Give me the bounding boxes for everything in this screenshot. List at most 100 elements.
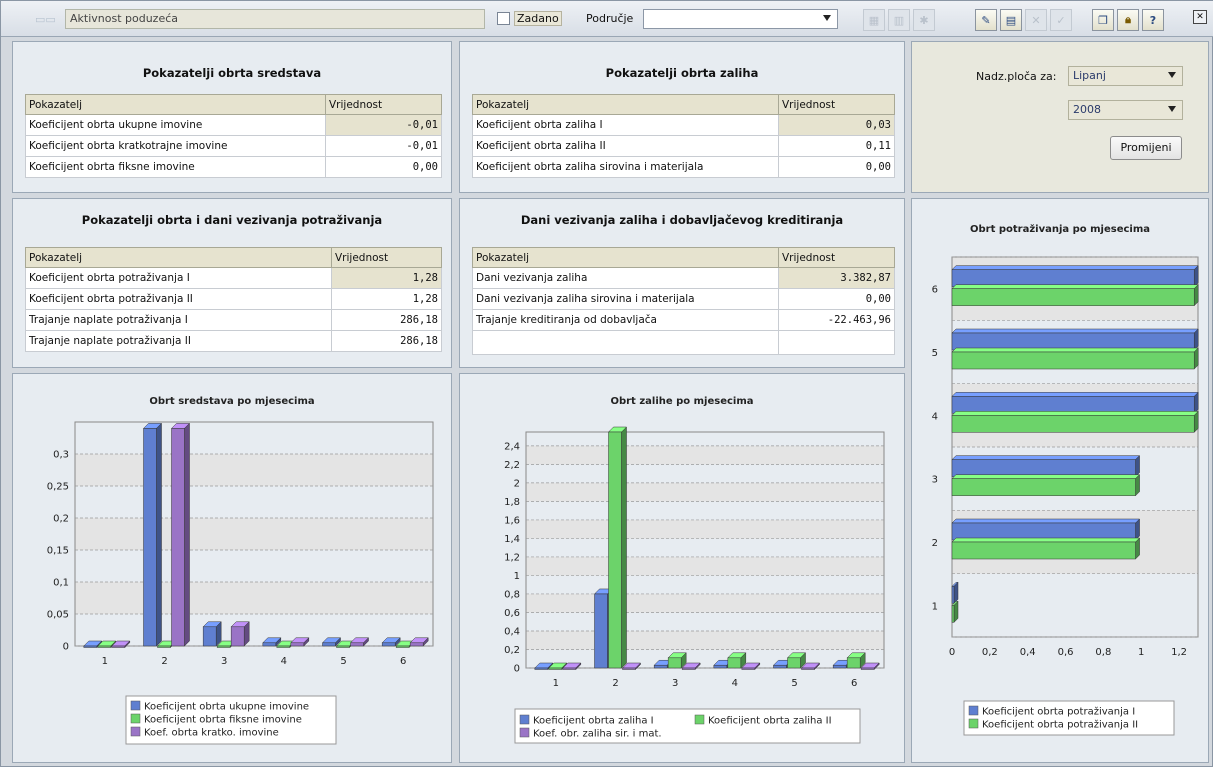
x-tick-label: 2 bbox=[612, 678, 618, 689]
year-select[interactable]: 2008 bbox=[1068, 100, 1183, 120]
help-icon[interactable]: ? bbox=[1142, 9, 1164, 31]
x-tick-label: 1 bbox=[553, 678, 559, 689]
table-row[interactable]: Koeficijent obrta fiksne imovine 0,00 bbox=[25, 156, 442, 178]
legend-label: Koeficijent obrta fiksne imovine bbox=[144, 715, 302, 726]
edit-icon[interactable]: ✎ bbox=[975, 9, 997, 31]
chevron-down-icon[interactable] bbox=[1168, 106, 1176, 112]
bar bbox=[787, 657, 801, 669]
bar-side bbox=[953, 600, 959, 623]
row-value: 1,28 bbox=[331, 288, 442, 310]
column-header-pokazatelj[interactable]: Pokazatelj bbox=[25, 94, 326, 115]
x-tick-label: 0,6 bbox=[1058, 647, 1074, 658]
chevron-down-icon[interactable] bbox=[1168, 72, 1176, 78]
panel-chart-obrt-zalihe: Obrt zalihe po mjesecima 0 0,2 0,4 0,6 0,8 1 1,… bbox=[459, 373, 905, 763]
month-select[interactable]: Lipanj bbox=[1068, 66, 1183, 86]
window-icon[interactable]: ❐ bbox=[1092, 9, 1114, 31]
bar bbox=[322, 642, 336, 647]
grid-band bbox=[526, 519, 884, 539]
column-header-pokazatelj[interactable]: Pokazatelj bbox=[472, 247, 779, 268]
grid-layout-icon[interactable]: ▦ bbox=[863, 9, 885, 31]
column-header-pokazatelj[interactable]: Pokazatelj bbox=[472, 94, 779, 115]
nadz-label: Nadz.ploča za: bbox=[976, 70, 1057, 83]
bar bbox=[290, 642, 305, 647]
bar-top bbox=[951, 284, 1199, 289]
x-tick-label: 0,8 bbox=[1095, 647, 1111, 658]
table-row[interactable]: Koeficijent obrta potraživanja II 1,28 bbox=[25, 288, 442, 310]
table-row[interactable]: Koeficijent obrta kratkotrajne imovine -… bbox=[25, 135, 442, 157]
table-dani-vezivanja: Pokazatelj Vrijednost Dani vezivanja zal… bbox=[472, 247, 895, 355]
legend-swatch bbox=[130, 700, 141, 711]
zadano-checkbox[interactable] bbox=[497, 12, 510, 25]
bar-side bbox=[1135, 537, 1140, 560]
bar-side bbox=[156, 422, 162, 647]
bar-top bbox=[951, 347, 1199, 353]
bar bbox=[350, 642, 364, 647]
delete-icon[interactable]: ✕ bbox=[1025, 9, 1047, 31]
x-tick-label: 3 bbox=[221, 656, 227, 667]
column-header-vrijednost[interactable]: Vrijednost bbox=[325, 94, 442, 115]
bar-top bbox=[951, 474, 1141, 479]
zadano-checkbox-wrap[interactable]: Zadano bbox=[497, 11, 562, 26]
row-value: 0,00 bbox=[778, 156, 895, 178]
bar-side bbox=[1193, 391, 1199, 414]
y-tick-label: 0,6 bbox=[504, 608, 520, 619]
row-label: Koeficijent obrta potraživanja I bbox=[25, 267, 332, 289]
column-header-pokazatelj[interactable]: Pokazatelj bbox=[25, 247, 332, 268]
x-tick-label: 4 bbox=[281, 656, 287, 667]
x-tick-label: 4 bbox=[732, 678, 738, 689]
dashboard-name-field[interactable]: Aktivnost poduzeća bbox=[65, 9, 485, 29]
bar bbox=[534, 667, 549, 670]
bar bbox=[336, 645, 350, 648]
bar-side bbox=[184, 422, 190, 647]
empty-cell bbox=[472, 330, 779, 355]
bar bbox=[951, 541, 1136, 560]
bar bbox=[713, 664, 728, 669]
bar bbox=[409, 642, 424, 647]
bar bbox=[262, 642, 277, 647]
bar bbox=[171, 428, 185, 647]
promijeni-button[interactable]: Promijeni bbox=[1110, 136, 1182, 160]
lock-icon[interactable]: 🔒︎ bbox=[1117, 9, 1139, 31]
grid-band bbox=[526, 445, 884, 465]
podrucje-select[interactable] bbox=[643, 9, 838, 29]
bar bbox=[951, 586, 955, 604]
panel-title: Pokazatelji obrta zaliha bbox=[605, 66, 759, 80]
table-row[interactable]: Koeficijent obrta zaliha I 0,03 bbox=[472, 114, 895, 136]
table-row[interactable]: Koeficijent obrta ukupne imovine -0,01 bbox=[25, 114, 442, 136]
row-label: Trajanje naplate potraživanja II bbox=[25, 330, 332, 352]
table-row[interactable]: Trajanje naplate potraživanja I 286,18 bbox=[25, 309, 442, 331]
table-row[interactable]: Trajanje naplate potraživanja II 286,18 bbox=[25, 330, 442, 352]
table-row[interactable]: Dani vezivanja zaliha 3.382,87 bbox=[472, 267, 895, 289]
panel-nadzorna-ploca: Nadz.ploča za: Lipanj 2008 Promijeni bbox=[911, 41, 1209, 193]
table-row[interactable]: Koeficijent obrta zaliha sirovina i mate… bbox=[472, 156, 895, 178]
confirm-icon[interactable]: ✓ bbox=[1050, 9, 1072, 31]
star-layout-icon[interactable]: ✱ bbox=[913, 9, 935, 31]
legend-swatch bbox=[130, 713, 141, 724]
column-header-vrijednost[interactable]: Vrijednost bbox=[778, 247, 895, 268]
empty-cell bbox=[778, 330, 895, 355]
x-tick-label: 0,4 bbox=[1020, 647, 1036, 658]
chart-obrt-sredstava: Obrt sredstava po mjesecima 0 0,05 0,1 0,15 0… bbox=[47, 396, 434, 745]
panel-title: Pokazatelji obrta sredstava bbox=[142, 66, 322, 80]
legend-swatch bbox=[519, 714, 530, 725]
close-icon[interactable]: ✕ bbox=[1193, 10, 1207, 24]
new-document-icon[interactable]: ▤ bbox=[1000, 9, 1022, 31]
legend-label: Koeficijent obrta zaliha II bbox=[708, 716, 832, 727]
bar bbox=[97, 645, 112, 648]
bar bbox=[832, 664, 847, 669]
chevron-down-icon[interactable] bbox=[823, 15, 831, 21]
columns-layout-icon[interactable]: ▥ bbox=[888, 9, 910, 31]
bar-side bbox=[621, 426, 627, 669]
table-row[interactable]: Dani vezivanja zaliha sirovina i materij… bbox=[472, 288, 895, 310]
bar-side bbox=[1193, 284, 1199, 307]
row-label: Koeficijent obrta potraživanja II bbox=[25, 288, 332, 310]
table-obrt-zaliha: Pokazatelj Vrijednost Koeficijent obrta … bbox=[472, 94, 895, 178]
column-header-vrijednost[interactable]: Vrijednost bbox=[778, 94, 895, 115]
table-row[interactable]: Trajanje kreditiranja od dobavljača -22.… bbox=[472, 309, 895, 331]
table-row[interactable]: Koeficijent obrta potraživanja I 1,28 bbox=[25, 267, 442, 289]
row-label: Koeficijent obrta zaliha sirovina i mate… bbox=[472, 156, 779, 178]
column-header-vrijednost[interactable]: Vrijednost bbox=[331, 247, 442, 268]
table-row[interactable]: Koeficijent obrta zaliha II 0,11 bbox=[472, 135, 895, 157]
bar bbox=[860, 667, 875, 670]
y-tick-label: 0,15 bbox=[47, 546, 69, 557]
